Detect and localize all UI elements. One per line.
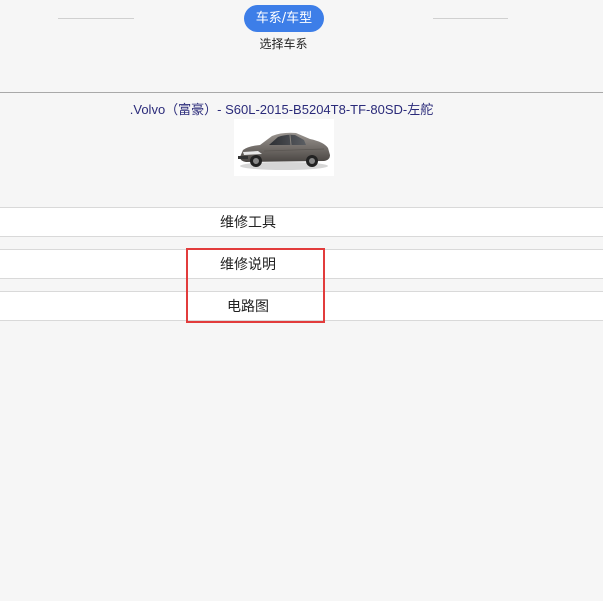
menu-item-label: 维修工具 (220, 215, 276, 231)
menu-item-wiring-diagram[interactable]: 电路图 (0, 291, 603, 321)
step-connector-left (58, 18, 134, 19)
step-connector-right (433, 18, 508, 19)
step-vehicle-series-button[interactable]: 车系/车型 (244, 5, 324, 32)
menu-item-repair-tools[interactable]: 维修工具 (0, 207, 603, 237)
step-caption: 选择车系 (259, 37, 308, 51)
menu-item-repair-instructions[interactable]: 维修说明 (0, 249, 603, 279)
car-photo (234, 119, 334, 176)
vehicle-title: .Volvo（富豪）- S60L-2015-B5204T8-TF-80SD-左舵 (129, 102, 434, 117)
menu-item-label: 维修说明 (220, 257, 276, 273)
step-indicator: 车系/车型 选择车系 (0, 0, 603, 92)
header-divider (0, 92, 603, 93)
menu-item-label: 电路图 (227, 299, 269, 315)
car-image (234, 119, 334, 176)
